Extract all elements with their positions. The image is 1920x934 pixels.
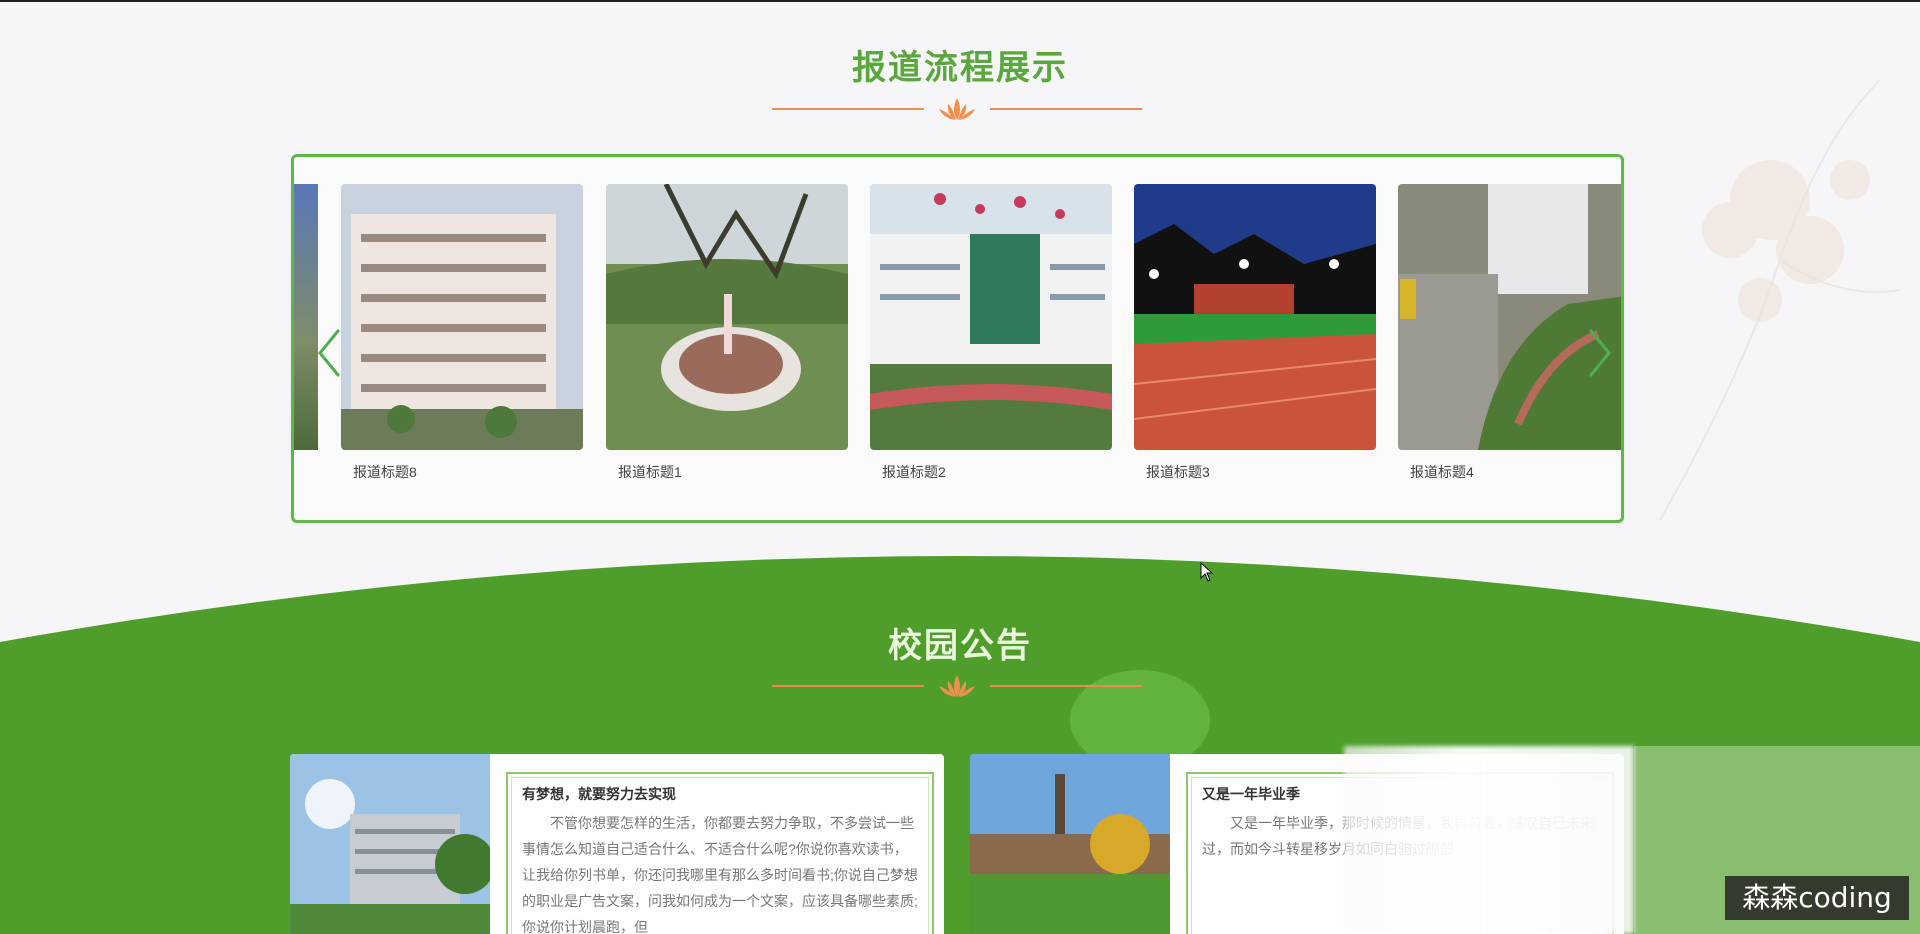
carousel-caption: 报道标题1 [618, 464, 682, 480]
carousel-caption: 报道标题2 [882, 464, 946, 480]
notice-title[interactable]: 有梦想，就要努力去实现 [522, 784, 918, 804]
watermark: 森森coding [1725, 876, 1909, 920]
carousel-image [606, 184, 848, 450]
title-divider [772, 96, 1142, 122]
blurred-overlay [1344, 746, 1634, 934]
notice-photo [970, 754, 1170, 934]
top-border [0, 0, 1920, 2]
carousel-caption: 报道标题4 [1410, 464, 1474, 480]
carousel-image [1134, 184, 1376, 450]
notice-text-frame: 有梦想，就要努力去实现 不管你想要怎样的生活，你都要去努力争取，不多尝试一些事情… [506, 772, 934, 934]
partial-slide-image [294, 184, 318, 450]
carousel-caption: 报道标题3 [1146, 464, 1210, 480]
notice-card[interactable]: 有梦想，就要努力去实现 不管你想要怎样的生活，你都要去努力争取，不多尝试一些事情… [290, 754, 944, 934]
section-title-flow: 报道流程展示 [852, 48, 1068, 88]
lotus-icon [939, 98, 975, 120]
notice-photo [290, 754, 490, 934]
chevron-left-icon[interactable] [314, 325, 344, 381]
carousel-image [1398, 184, 1621, 450]
section-title-notice: 校园公告 [888, 626, 1032, 666]
lotus-icon [939, 675, 975, 697]
chevron-right-icon[interactable] [1585, 325, 1615, 381]
carousel-card[interactable]: 报道标题2 [870, 184, 1112, 484]
notice-body: 不管你想要怎样的生活，你都要去努力争取，不多尝试一些事情怎么知道自己适合什么、不… [522, 815, 918, 934]
carousel-caption: 报道标题8 [353, 464, 417, 480]
report-flow-carousel: 报道标题8 报道标题1 报道标题2 报道标题3 报道标题4 [291, 154, 1624, 523]
title-divider [772, 673, 1142, 699]
carousel-image [341, 184, 583, 450]
carousel-card[interactable]: 报道标题1 [606, 184, 848, 484]
carousel-card[interactable]: 报道标题3 [1134, 184, 1376, 484]
carousel-card[interactable]: 报道标题8 [341, 184, 583, 484]
carousel-image [870, 184, 1112, 450]
mouse-cursor-icon [1200, 562, 1214, 582]
